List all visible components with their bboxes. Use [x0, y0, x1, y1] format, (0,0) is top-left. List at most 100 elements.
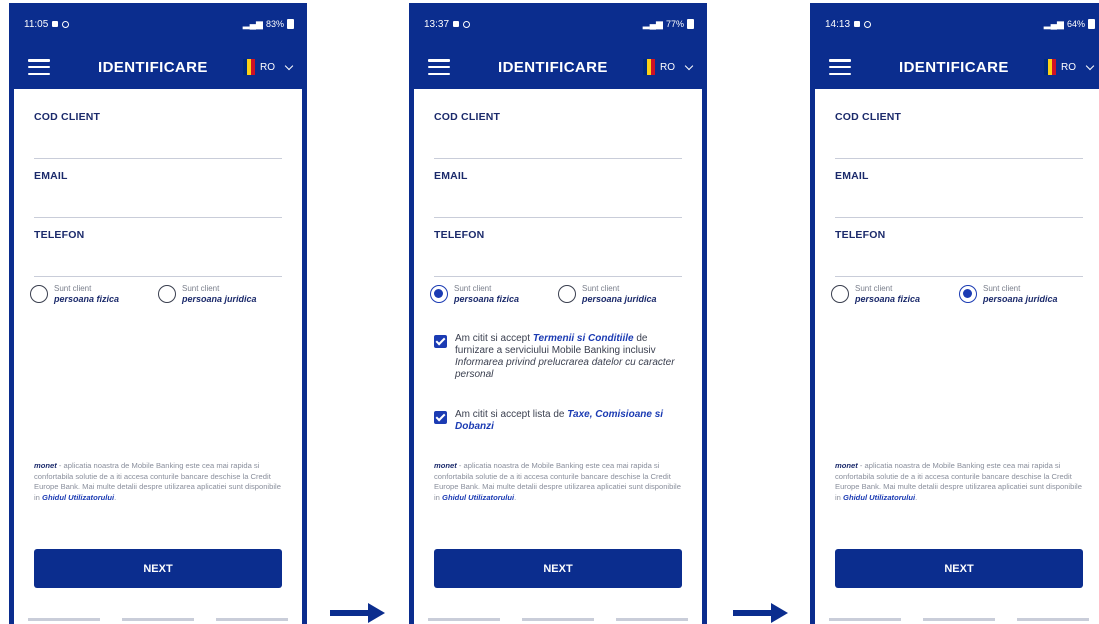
radio-caption: Sunt client: [182, 284, 220, 293]
notification-icon: [864, 20, 872, 28]
next-button[interactable]: NEXT: [835, 549, 1083, 588]
radio-caption: Sunt client: [855, 284, 893, 293]
radio-selected-icon: [430, 285, 448, 303]
radio-persoana-fizica[interactable]: Sunt client persoana fizica: [430, 284, 558, 304]
next-button[interactable]: NEXT: [34, 549, 282, 588]
status-time: 11:05: [24, 18, 49, 30]
status-time: 13:37: [424, 18, 450, 30]
email-field[interactable]: EMAIL: [835, 170, 1083, 218]
page-title: IDENTIFICARE: [98, 58, 208, 76]
status-bar: 11:05 ▂▄▆ 83%: [14, 3, 302, 45]
user-guide-link[interactable]: Ghidul Utilizatorului: [442, 493, 514, 502]
field-label: TELEFON: [835, 229, 886, 241]
radio-label: persoana fizica: [454, 294, 520, 304]
user-guide-link[interactable]: Ghidul Utilizatorului: [843, 493, 915, 502]
romania-flag-icon: [243, 59, 255, 75]
app-info-text: monet - aplicatia noastra de Mobile Bank…: [835, 461, 1082, 502]
field-label: TELEFON: [434, 229, 485, 241]
field-label: COD CLIENT: [34, 111, 101, 123]
notification-icon: [52, 21, 59, 27]
arrow-right-icon: [330, 603, 385, 623]
app-header: IDENTIFICARE RO: [14, 45, 302, 89]
radio-label: persoana juridica: [582, 294, 657, 304]
terms-checkbox[interactable]: Am citit si accept Termenii si Conditiil…: [434, 333, 688, 381]
app-info-text: monet - aplicatia noastra de Mobile Bank…: [434, 461, 681, 502]
menu-icon[interactable]: [829, 59, 851, 75]
radio-persoana-fizica[interactable]: Sunt client persoana fizica: [831, 284, 959, 304]
cod-client-field[interactable]: COD CLIENT: [434, 111, 682, 159]
page-title: IDENTIFICARE: [899, 58, 1009, 76]
field-label: EMAIL: [434, 170, 468, 182]
radio-caption: Sunt client: [983, 284, 1021, 293]
field-label: TELEFON: [34, 229, 85, 241]
cod-client-field[interactable]: COD CLIENT: [835, 111, 1083, 159]
radio-circle-icon: [831, 285, 849, 303]
telefon-field[interactable]: TELEFON: [434, 229, 682, 277]
battery-level: 83%: [265, 19, 284, 29]
bottom-tab-indicator: [28, 618, 288, 621]
language-code: RO: [1061, 61, 1076, 73]
language-selector[interactable]: RO: [643, 59, 694, 75]
client-type-radio-group: Sunt client persoana fizica Sunt client pe…: [430, 284, 686, 304]
brand-name: monet: [34, 461, 57, 470]
radio-caption: Sunt client: [454, 284, 492, 293]
status-bar: 14:13 ▂▄▆ 64%: [815, 3, 1099, 45]
chevron-down-icon: [284, 61, 294, 70]
signal-icon: ▂▄▆: [1043, 18, 1064, 29]
app-header: IDENTIFICARE RO: [815, 45, 1099, 89]
bottom-tab-indicator: [428, 618, 688, 621]
radio-caption: Sunt client: [54, 284, 92, 293]
client-type-radio-group: Sunt client persoana fizica Sunt client pe…: [30, 284, 286, 304]
romania-flag-icon: [1044, 59, 1056, 75]
notification-icon: [62, 20, 70, 28]
app-header: IDENTIFICARE RO: [414, 45, 702, 89]
radio-circle-icon: [558, 285, 576, 303]
battery-icon: [687, 19, 694, 29]
radio-label: persoana fizica: [855, 294, 921, 304]
phone-screen-2: 13:37 ▂▄▆ 77% IDENTIFICARE RO COD CLIENT…: [409, 3, 707, 624]
bottom-tab-indicator: [829, 618, 1089, 621]
radio-persoana-juridica[interactable]: Sunt client persoana juridica: [158, 284, 286, 304]
radio-label: persoana fizica: [54, 294, 120, 304]
cod-client-field[interactable]: COD CLIENT: [34, 111, 282, 159]
radio-label: persoana juridica: [182, 294, 257, 304]
radio-selected-icon: [959, 285, 977, 303]
app-info-text: monet - aplicatia noastra de Mobile Bank…: [34, 461, 281, 502]
phone-screen-1: 11:05 ▂▄▆ 83% IDENTIFICARE RO COD CLIENT…: [9, 3, 307, 624]
form-content: COD CLIENT EMAIL TELEFON Sunt client pers…: [414, 89, 702, 624]
checkbox-checked-icon: [434, 335, 447, 348]
checkbox-checked-icon: [434, 411, 447, 424]
radio-persoana-juridica[interactable]: Sunt client persoana juridica: [558, 284, 686, 304]
battery-icon: [1088, 19, 1095, 29]
brand-name: monet: [835, 461, 858, 470]
field-label: EMAIL: [835, 170, 869, 182]
telefon-field[interactable]: TELEFON: [34, 229, 282, 277]
fees-checkbox[interactable]: Am citit si accept lista de Taxe, Comisi…: [434, 409, 688, 433]
next-button[interactable]: NEXT: [434, 549, 682, 588]
field-label: COD CLIENT: [835, 111, 902, 123]
radio-persoana-juridica[interactable]: Sunt client persoana juridica: [959, 284, 1087, 304]
romania-flag-icon: [643, 59, 655, 75]
brand-name: monet: [434, 461, 457, 470]
page-title: IDENTIFICARE: [498, 58, 608, 76]
email-field[interactable]: EMAIL: [434, 170, 682, 218]
user-guide-link[interactable]: Ghidul Utilizatorului: [42, 493, 114, 502]
telefon-field[interactable]: TELEFON: [835, 229, 1083, 277]
radio-label: persoana juridica: [983, 294, 1058, 304]
radio-persoana-fizica[interactable]: Sunt client persoana fizica: [30, 284, 158, 304]
battery-level: 64%: [1066, 19, 1085, 29]
menu-icon[interactable]: [428, 59, 450, 75]
signal-icon: ▂▄▆: [242, 18, 263, 29]
radio-circle-icon: [158, 285, 176, 303]
email-field[interactable]: EMAIL: [34, 170, 282, 218]
privacy-link[interactable]: Informarea privind prelucrarea datelor c…: [455, 357, 675, 380]
terms-link[interactable]: Termenii si Conditiile: [533, 333, 634, 344]
language-selector[interactable]: RO: [1044, 59, 1095, 75]
field-label: EMAIL: [34, 170, 68, 182]
language-code: RO: [260, 61, 275, 73]
chevron-down-icon: [1085, 61, 1095, 70]
field-label: COD CLIENT: [434, 111, 501, 123]
language-selector[interactable]: RO: [243, 59, 294, 75]
menu-icon[interactable]: [28, 59, 50, 75]
battery-icon: [287, 19, 294, 29]
